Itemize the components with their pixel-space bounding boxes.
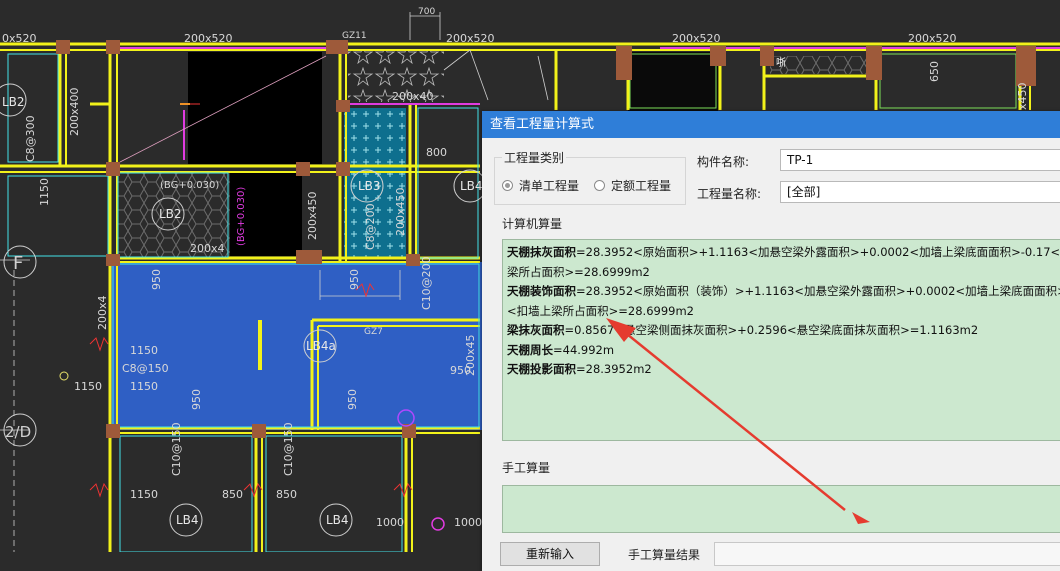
cad-label: C10@150 [170,422,183,476]
cad-label: 1150 [74,380,102,393]
axis-label-2d: 2/D [5,423,31,441]
cad-label: 200x4 [96,295,109,330]
cad-label: x450 [1016,82,1029,110]
cad-label: 200x520 [446,32,495,45]
cad-label: C8@200 [364,203,377,250]
slab-label: LB4 [176,513,199,527]
axis-label-f: F [13,253,23,274]
cad-label: 0x520 [2,32,37,45]
cad-label: 850 [222,488,243,501]
cad-label: 950 [150,269,163,290]
cad-label: 700 [418,7,435,17]
cad-label: 1000 [376,516,404,529]
cad-label: 1150 [38,178,51,206]
cad-label: GZ7 [364,327,383,337]
manual-result-field[interactable] [714,542,1060,566]
cad-label: 950 [190,389,203,410]
radio-dot-selected [502,180,513,191]
cad-label: 1150 [130,488,158,501]
dark-room-c [628,52,718,112]
computer-calc-label: 计算机算量 [502,217,563,231]
cad-label: 950 [348,269,361,290]
cad-label: C8@300 [24,115,37,162]
cad-label: C10@200 [420,256,433,310]
manual-result-label: 手工算量结果 [628,548,701,562]
radio-quota-label: 定额工程量 [611,179,672,193]
cad-label: 200x4 [190,242,225,255]
dialog-title: 查看工程量计算式 [482,111,1060,138]
component-name-field[interactable]: TP-1 [780,149,1060,171]
calc-line: <扣墙上梁所占面积>=28.6999m2 [507,303,694,318]
manual-calc-area[interactable] [502,485,1060,533]
cad-label: 650 [928,61,941,82]
slab-label: LB3 [358,179,381,193]
quantity-name-label: 工程量名称: [697,187,762,201]
cad-label: 200x450 [306,191,319,240]
slab-label: LB4 [326,513,349,527]
radio-dot [594,180,605,191]
calc-line: 天棚装饰面积=28.3952<原始面积（装饰）>+1.1163<加悬空梁外露面积… [507,284,1060,298]
calculation-formula-dialog[interactable]: 查看工程量计算式 工程量类别 清单工程量 定额工程量 构件名称: TP-1 工程… [482,111,1060,571]
category-group-label: 工程量类别 [502,149,567,166]
cad-label: GZ11 [342,31,367,41]
cad-label: 200x520 [908,32,957,45]
cad-label: C10@150 [282,422,295,476]
cad-label: (BG+0.030) [236,187,247,246]
radio-list-label: 清单工程量 [519,179,580,193]
cad-label: (BG+0.030) [160,180,219,191]
cad-label: 950 [346,389,359,410]
manual-calc-label: 手工算量 [502,461,551,475]
component-name-label: 构件名称: [697,155,750,169]
cad-label: 200x400 [68,87,81,136]
cad-label: 950 [450,364,471,377]
slab-label: LB2 [2,95,25,109]
calc-line: 天棚抹灰面积=28.3952<原始面积>+1.1163<加悬空梁外露面积>+0.… [507,245,1060,259]
radio-list-quantity[interactable]: 清单工程量 [502,177,579,194]
slab-label: LB4 [460,179,483,193]
calc-line: 梁所占面积>=28.6999m2 [507,264,650,279]
calc-line: 梁抹灰面积=0.8567<悬空梁侧面抹灰面积>+0.2596<悬空梁底面抹灰面积… [507,323,979,337]
cad-label: 850 [276,488,297,501]
cad-label: 800 [426,146,447,159]
radio-quota-quantity[interactable]: 定额工程量 [594,177,671,194]
cad-label: 200x520 [672,32,721,45]
quantity-name-field[interactable]: [全部] [780,181,1060,203]
cad-label: 200x450 [394,187,407,236]
computer-calc-area[interactable]: 天棚抹灰面积=28.3952<原始面积>+1.1163<加悬空梁外露面积>+0.… [502,239,1060,441]
cad-label: 哳 [776,57,786,69]
slab-label: LB4a [306,339,336,353]
slab-label: LB2 [159,207,182,221]
calc-line: 天棚投影面积=28.3952m2 [507,362,652,376]
cad-label: 200x40 [392,90,434,103]
cad-label: 1000 [454,516,482,529]
cad-label: 200x520 [184,32,233,45]
calc-line: 天棚周长=44.992m [507,342,615,357]
cad-label: 1150 [130,344,158,357]
cad-label: C8@150 [122,362,169,375]
retry-input-button[interactable]: 重新输入 [500,542,600,566]
cad-label: 1150 [130,380,158,393]
